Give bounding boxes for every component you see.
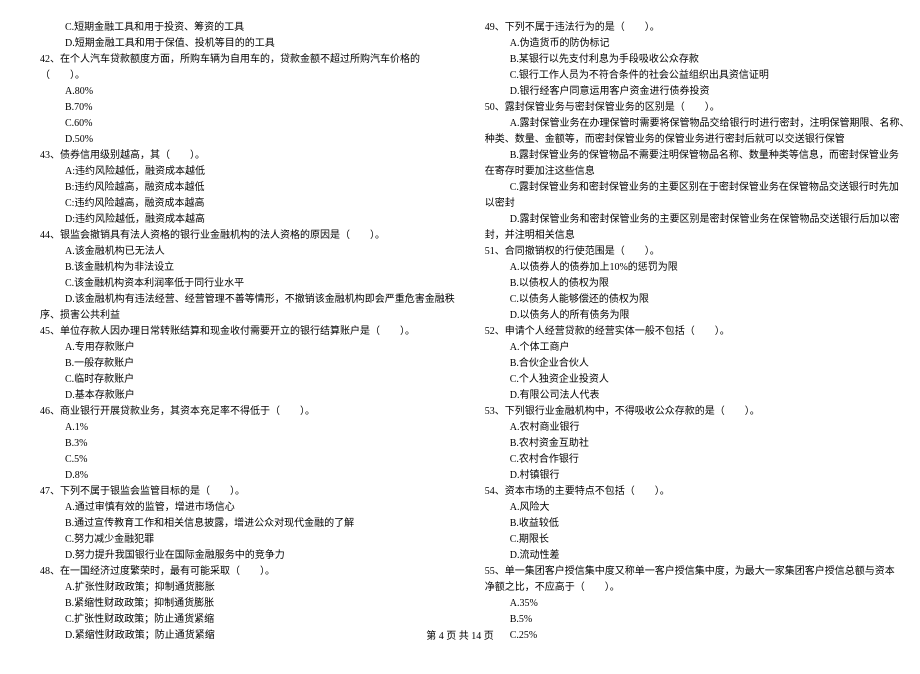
pre-opt-d: D.短期金融工具和用于保值、投机等目的的工具	[40, 36, 455, 52]
q50-cont1: 种类、数量、金额等，而密封保管业务的保管业务进行密封后就可以交送银行保管	[485, 132, 910, 148]
q49-stem: 49、下列不属于违法行为的是（ ）。	[485, 20, 910, 36]
q50-a: A.露封保管业务在办理保管时需要将保管物品交给银行时进行密封，注明保管期限、名称…	[485, 116, 910, 132]
q55-a: A.35%	[485, 596, 910, 612]
exam-page: C.短期金融工具和用于投资、筹资的工具 D.短期金融工具和用于保值、投机等目的的…	[0, 0, 920, 674]
q43-c: C:违约风险越高，融资成本越高	[40, 196, 455, 212]
q54-stem: 54、资本市场的主要特点不包括（ ）。	[485, 484, 910, 500]
q45-b: B.一般存款账户	[40, 356, 455, 372]
q51-stem: 51、合同撤销权的行使范围是（ ）。	[485, 244, 910, 260]
q50-cont2: 在寄存时要加注这些信息	[485, 164, 910, 180]
q49-a: A.伪造货币的防伪标记	[485, 36, 910, 52]
q47-stem: 47、下列不属于银监会监管目标的是（ ）。	[40, 484, 455, 500]
q53-b: B.农村资金互助社	[485, 436, 910, 452]
q44-a: A.该金融机构已无法人	[40, 244, 455, 260]
q50-cont3: 以密封	[485, 196, 910, 212]
q46-stem: 46、商业银行开展贷款业务，其资本充足率不得低于（ ）。	[40, 404, 455, 420]
q46-c: C.5%	[40, 452, 455, 468]
q42-d: D.50%	[40, 132, 455, 148]
q44-c: C.该金融机构资本利润率低于同行业水平	[40, 276, 455, 292]
q48-c: C.扩张性财政政策；防止通货紧缩	[40, 612, 455, 628]
right-column: 49、下列不属于违法行为的是（ ）。 A.伪造货币的防伪标记 B.某银行以先支付…	[485, 20, 910, 644]
q52-a: A.个体工商户	[485, 340, 910, 356]
q55-b: B.5%	[485, 612, 910, 628]
q43-stem: 43、债券信用级别越高，其（ ）。	[40, 148, 455, 164]
q47-a: A.通过审慎有效的监管，增进市场信心	[40, 500, 455, 516]
q53-a: A.农村商业银行	[485, 420, 910, 436]
q42-c: C.60%	[40, 116, 455, 132]
q45-a: A.专用存款账户	[40, 340, 455, 356]
q53-stem: 53、下列银行业金融机构中，不得吸收公众存款的是（ ）。	[485, 404, 910, 420]
q49-b: B.某银行以先支付利息为手段吸收公众存款	[485, 52, 910, 68]
q48-a: A.扩张性财政政策；抑制通货膨胀	[40, 580, 455, 596]
q48-b: B.紧缩性财政政策；抑制通货膨胀	[40, 596, 455, 612]
q43-b: B:违约风险越高，融资成本越低	[40, 180, 455, 196]
q51-c: C.以债务人能够偿还的债权为限	[485, 292, 910, 308]
q45-d: D.基本存款账户	[40, 388, 455, 404]
q52-c: C.个人独资企业投资人	[485, 372, 910, 388]
q42-stem1: 42、在个人汽车贷款额度方面，所购车辆为自用车的，贷款金额不超过所购汽车价格的	[40, 52, 455, 68]
q52-b: B.合伙企业合伙人	[485, 356, 910, 372]
q45-c: C.临时存款账户	[40, 372, 455, 388]
q49-c: C.银行工作人员为不符合条件的社会公益组织出具资信证明	[485, 68, 910, 84]
q50-cont4: 封，并注明相关信息	[485, 228, 910, 244]
q50-d: D.露封保管业务和密封保管业务的主要区别是密封保管业务在保管物品交送银行后加以密	[485, 212, 910, 228]
q50-b: B.露封保管业务的保管物品不需要注明保管物品名称、数量种类等信息，而密封保管业务	[485, 148, 910, 164]
q50-stem: 50、露封保管业务与密封保管业务的区别是（ ）。	[485, 100, 910, 116]
q51-b: B.以债权人的债权为限	[485, 276, 910, 292]
q46-a: A.1%	[40, 420, 455, 436]
q55-stem1: 55、单一集团客户授信集中度又称单一客户授信集中度，为最大一家集团客户授信总额与…	[485, 564, 910, 580]
q43-a: A:违约风险越低，融资成本越低	[40, 164, 455, 180]
q46-b: B.3%	[40, 436, 455, 452]
q44-tail: 序、损害公共利益	[40, 308, 455, 324]
q44-b: B.该金融机构为非法设立	[40, 260, 455, 276]
q43-d: D:违约风险越低，融资成本越高	[40, 212, 455, 228]
q50-c: C.露封保管业务和密封保管业务的主要区别在于密封保管业务在保管物品交送银行时先加	[485, 180, 910, 196]
q47-c: C.努力减少金融犯罪	[40, 532, 455, 548]
q55-stem2: 净额之比，不应高于（ ）。	[485, 580, 910, 596]
q52-d: D.有限公司法人代表	[485, 388, 910, 404]
q54-a: A.风险大	[485, 500, 910, 516]
page-footer: 第 4 页 共 14 页	[0, 627, 920, 642]
q47-b: B.通过宣传教育工作和相关信息披露，增进公众对现代金融的了解	[40, 516, 455, 532]
q42-b: B.70%	[40, 100, 455, 116]
q51-d: D.以债务人的所有债务为限	[485, 308, 910, 324]
q53-d: D.村镇银行	[485, 468, 910, 484]
q47-d: D.努力提升我国银行业在国际金融服务中的竞争力	[40, 548, 455, 564]
q48-stem: 48、在一国经济过度繁荣时，最有可能采取（ ）。	[40, 564, 455, 580]
left-column: C.短期金融工具和用于投资、筹资的工具 D.短期金融工具和用于保值、投机等目的的…	[40, 20, 455, 644]
q54-d: D.流动性差	[485, 548, 910, 564]
q42-stem2: （ ）。	[40, 68, 455, 84]
q54-c: C.期限长	[485, 532, 910, 548]
q45-stem: 45、单位存款人因办理日常转账结算和现金收付需要开立的银行结算账户是（ ）。	[40, 324, 455, 340]
q52-stem: 52、申请个人经营贷款的经营实体一般不包括（ ）。	[485, 324, 910, 340]
q42-a: A.80%	[40, 84, 455, 100]
q53-c: C.农村合作银行	[485, 452, 910, 468]
q44-d: D.该金融机构有违法经营、经营管理不善等情形，不撤销该金融机构即会严重危害金融秩	[40, 292, 455, 308]
q49-d: D.银行经客户同意运用客户资金进行债券投资	[485, 84, 910, 100]
q46-d: D.8%	[40, 468, 455, 484]
q54-b: B.收益较低	[485, 516, 910, 532]
q51-a: A.以债券人的债券加上10%的惩罚为限	[485, 260, 910, 276]
pre-opt-c: C.短期金融工具和用于投资、筹资的工具	[40, 20, 455, 36]
q44-stem: 44、银监会撤销具有法人资格的银行业金融机构的法人资格的原因是（ ）。	[40, 228, 455, 244]
